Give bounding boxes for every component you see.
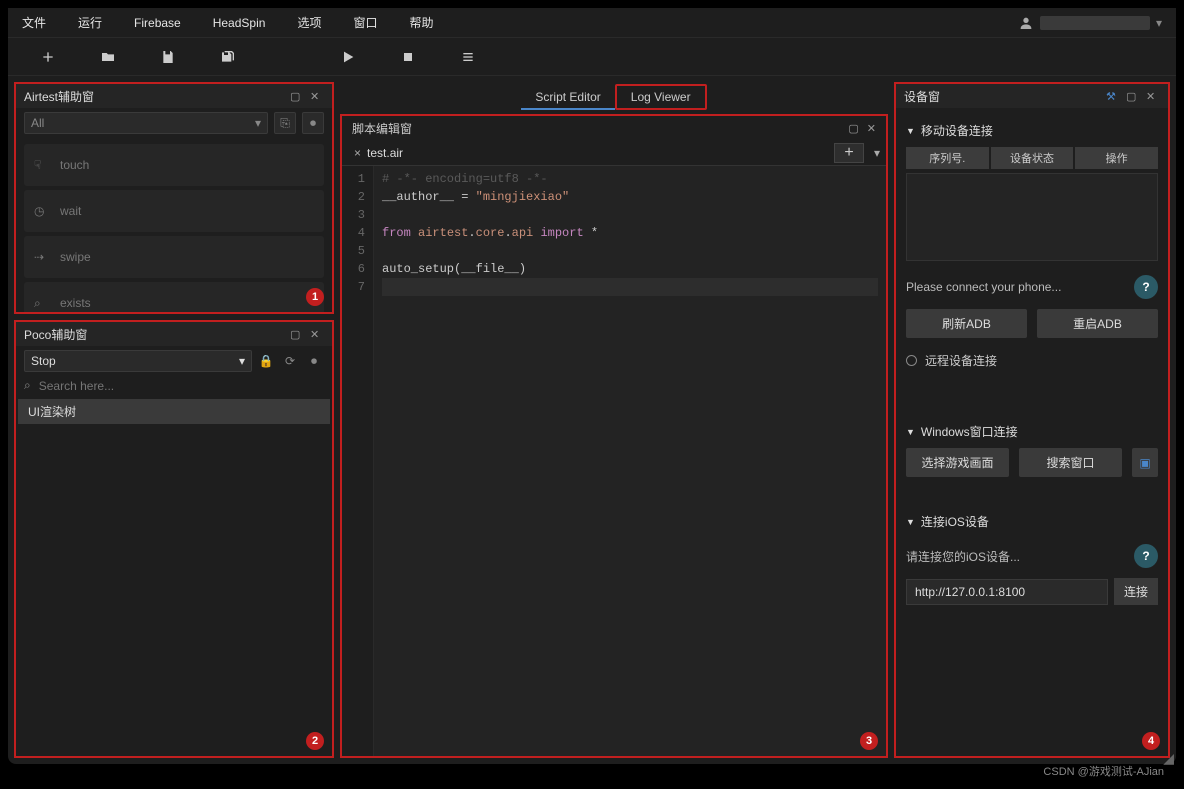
editor-panel: 脚本编辑窗 ▢ ✕ × test.air + ▾ 1234567 xyxy=(340,114,888,758)
ios-section-header[interactable]: ▼连接iOS设备 xyxy=(906,513,1158,530)
menu-headspin[interactable]: HeadSpin xyxy=(213,16,266,30)
refresh-adb-button[interactable]: 刷新ADB xyxy=(906,309,1027,338)
toolbar xyxy=(8,38,1176,76)
tab-log-viewer[interactable]: Log Viewer xyxy=(615,84,707,110)
watermark: CSDN @游戏测试-AJian xyxy=(1043,763,1164,779)
airtest-item-exists[interactable]: ⌕exists xyxy=(24,282,324,312)
menu-window[interactable]: 窗口 xyxy=(353,14,377,31)
windows-section-header[interactable]: ▼Windows窗口连接 xyxy=(906,423,1158,440)
new-tab-button[interactable]: + xyxy=(834,143,864,163)
close-icon[interactable]: ✕ xyxy=(1146,90,1160,103)
menubar: 文件 运行 Firebase HeadSpin 选项 窗口 帮助 ▾ xyxy=(8,8,1176,38)
select-game-button[interactable]: 选择游戏画面 xyxy=(906,448,1009,477)
menu-file[interactable]: 文件 xyxy=(22,14,46,31)
line-gutter: 1234567 xyxy=(342,166,374,756)
search-window-button[interactable]: 搜索窗口 xyxy=(1019,448,1122,477)
devices-title: 设备窗 xyxy=(904,88,1100,105)
exists-icon: ⌕ xyxy=(34,296,50,311)
airtest-record-button[interactable]: ⏺ xyxy=(302,112,324,134)
poco-tree-root[interactable]: UI渲染树 xyxy=(18,399,330,424)
run-button[interactable] xyxy=(318,43,378,71)
editor-title: 脚本编辑窗 xyxy=(352,120,412,137)
report-button[interactable] xyxy=(438,43,498,71)
annotation-badge-3: 3 xyxy=(860,732,878,750)
ios-url-input[interactable] xyxy=(906,579,1108,605)
minimize-icon[interactable]: ▢ xyxy=(848,122,858,135)
record-icon[interactable]: ⏺ xyxy=(304,351,324,371)
wait-icon: ◷ xyxy=(34,204,50,218)
center-tabs: Script Editor Log Viewer xyxy=(340,82,888,110)
file-tab[interactable]: × test.air xyxy=(346,140,411,165)
restart-adb-button[interactable]: 重启ADB xyxy=(1037,309,1158,338)
ios-connect-button[interactable]: 连接 xyxy=(1114,578,1158,605)
minimize-icon[interactable]: ▢ xyxy=(290,328,304,341)
menu-help[interactable]: 帮助 xyxy=(409,14,433,31)
airtest-item-swipe[interactable]: ⇢swipe xyxy=(24,236,324,278)
menu-options[interactable]: 选项 xyxy=(297,14,321,31)
airtest-item-touch[interactable]: ☟touch xyxy=(24,144,324,186)
menu-run[interactable]: 运行 xyxy=(78,14,102,31)
help-button[interactable]: ? xyxy=(1134,544,1158,568)
airtest-item-wait[interactable]: ◷wait xyxy=(24,190,324,232)
user-icon xyxy=(1018,15,1034,31)
save-button[interactable] xyxy=(138,43,198,71)
chevron-down-icon: ▾ xyxy=(255,116,261,130)
poco-panel: Poco辅助窗 ▢ ✕ Stop▾ 🔒 ⟳ ⏺ ⌕ UI渲染树 2 xyxy=(14,320,334,758)
saveall-button[interactable] xyxy=(198,43,258,71)
chevron-down-icon: ▾ xyxy=(1156,16,1162,30)
ios-message: 请连接您的iOS设备... xyxy=(906,548,1134,565)
close-icon[interactable]: ✕ xyxy=(867,122,876,135)
minimize-icon[interactable]: ▢ xyxy=(290,90,304,103)
touch-icon: ☟ xyxy=(34,158,50,172)
code-editor[interactable]: 1234567 # -*- encoding=utf8 -*- __author… xyxy=(342,166,886,756)
triangle-down-icon: ▼ xyxy=(906,517,915,527)
help-button[interactable]: ? xyxy=(1134,275,1158,299)
airtest-mode-select[interactable]: All▾ xyxy=(24,112,268,134)
connect-message: Please connect your phone... xyxy=(906,280,1134,294)
airtest-title: Airtest辅助窗 xyxy=(24,88,284,105)
open-button[interactable] xyxy=(78,43,138,71)
annotation-badge-1: 1 xyxy=(306,288,324,306)
chevron-down-icon: ▾ xyxy=(239,354,245,368)
minimize-icon[interactable]: ▢ xyxy=(1126,90,1140,103)
search-icon: ⌕ xyxy=(24,378,31,393)
close-icon[interactable]: ✕ xyxy=(310,328,324,341)
device-table-header: 序列号. 设备状态 操作 xyxy=(906,147,1158,169)
tabs-dropdown[interactable]: ▾ xyxy=(868,146,886,160)
airtest-insert-button[interactable]: ⎘ xyxy=(274,112,296,134)
swipe-icon: ⇢ xyxy=(34,250,50,264)
annotation-badge-4: 4 xyxy=(1142,732,1160,750)
triangle-down-icon: ▼ xyxy=(906,126,915,136)
device-table-empty xyxy=(906,173,1158,261)
remote-device-radio[interactable]: 远程设备连接 xyxy=(906,352,1158,369)
devices-panel: 设备窗 ⚒ ▢ ✕ ▼移动设备连接 序列号. 设备状态 操作 Please co… xyxy=(894,82,1170,758)
annotation-badge-2: 2 xyxy=(306,732,324,750)
new-button[interactable] xyxy=(18,43,78,71)
user-dropdown[interactable]: ▾ xyxy=(1018,15,1162,31)
close-icon[interactable]: ✕ xyxy=(310,90,324,103)
menu-firebase[interactable]: Firebase xyxy=(134,16,181,30)
poco-mode-select[interactable]: Stop▾ xyxy=(24,350,252,372)
poco-title: Poco辅助窗 xyxy=(24,326,284,343)
resize-grip-icon[interactable]: ◢ xyxy=(1163,750,1174,767)
tools-icon[interactable]: ⚒ xyxy=(1106,90,1120,103)
window-picker-button[interactable]: ▣ xyxy=(1132,448,1158,477)
code-body[interactable]: # -*- encoding=utf8 -*- __author__ = "mi… xyxy=(374,166,886,756)
triangle-down-icon: ▼ xyxy=(906,427,915,437)
mobile-section-header[interactable]: ▼移动设备连接 xyxy=(906,122,1158,139)
close-tab-icon[interactable]: × xyxy=(354,146,361,160)
tab-script-editor[interactable]: Script Editor xyxy=(521,86,614,110)
poco-search-input[interactable] xyxy=(39,379,324,393)
lock-icon[interactable]: 🔒 xyxy=(256,351,276,371)
airtest-panel: Airtest辅助窗 ▢ ✕ All▾ ⎘ ⏺ ☟touch ◷wait ⇢sw… xyxy=(14,82,334,314)
refresh-icon[interactable]: ⟳ xyxy=(280,351,300,371)
stop-button[interactable] xyxy=(378,43,438,71)
